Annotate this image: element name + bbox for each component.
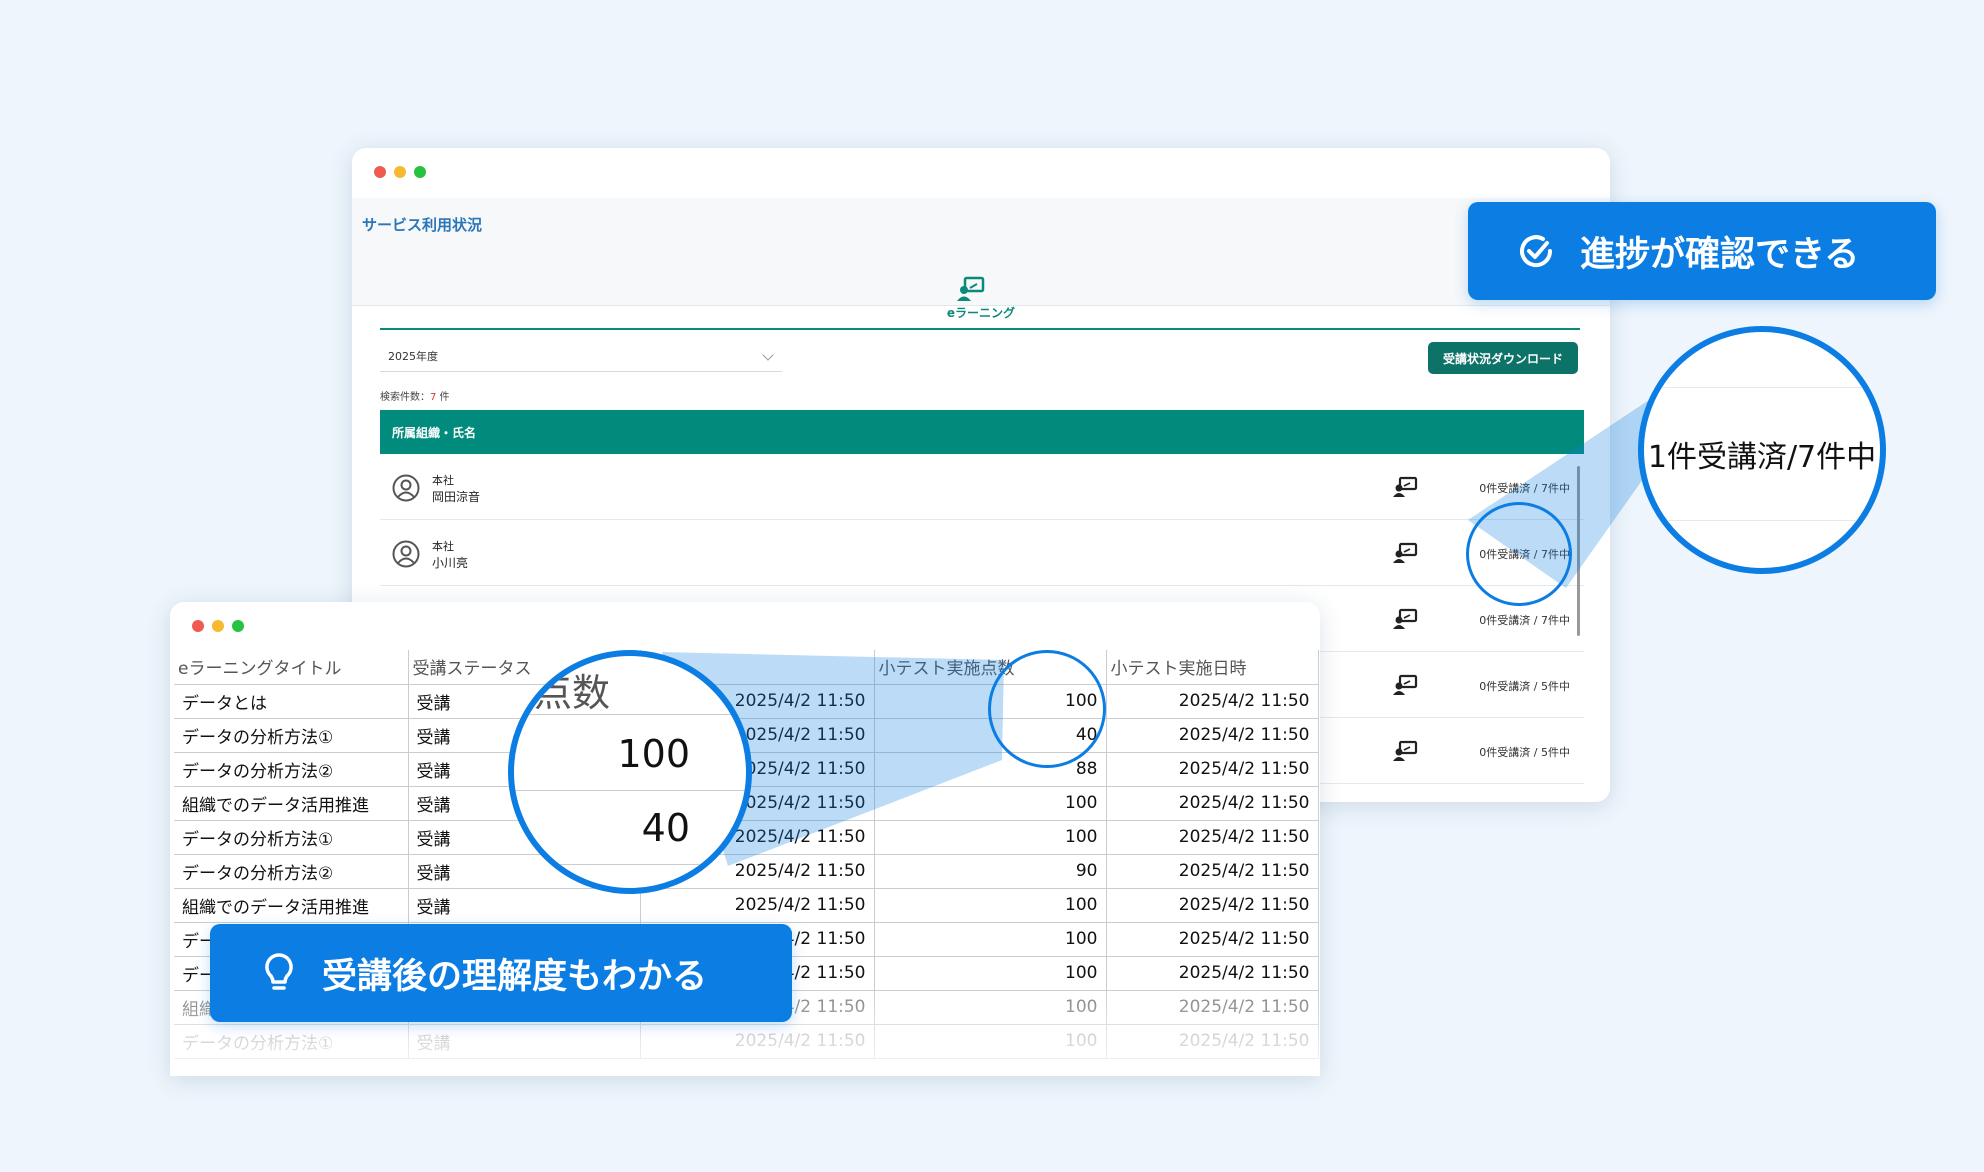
table-row: データの分析方法① 受講 2025/4/2 11:50 100 2025/4/2 11:… bbox=[174, 1024, 1319, 1059]
user-row[interactable]: 本社岡田涼音 0件受講済 / 7件中 bbox=[380, 454, 1584, 520]
table-cell[interactable]: 2025/4/2 11:50 bbox=[1106, 922, 1319, 957]
elearning-row-icon[interactable] bbox=[1392, 542, 1418, 564]
score-magnifier: 点数 100 40 bbox=[508, 650, 752, 894]
magnified-progress: 1件受講済/7件中 bbox=[1647, 440, 1877, 475]
minimize-dot[interactable] bbox=[394, 166, 406, 178]
search-count: 検索件数：7 件 bbox=[380, 388, 450, 403]
window-controls bbox=[192, 620, 244, 632]
table-row: データの分析方法① 受講 2025/4/2 11:50 100 2025/4/2 11:… bbox=[174, 820, 1319, 855]
progress-callout: 進捗が確認できる bbox=[1468, 202, 1936, 300]
user-avatar-icon bbox=[392, 540, 420, 568]
table-cell[interactable]: 2025/4/2 11:50 bbox=[1106, 752, 1319, 787]
table-cell[interactable]: データの分析方法① bbox=[174, 820, 409, 855]
understanding-callout-text: 受講後の理解度もわかる bbox=[322, 956, 708, 997]
magnified-score-header: 点数 bbox=[534, 671, 611, 715]
elearning-row-icon[interactable] bbox=[1392, 476, 1418, 498]
progress-status: 0件受講済 / 5件中 bbox=[1479, 746, 1570, 759]
table-cell[interactable]: 2025/4/2 11:50 bbox=[1106, 786, 1319, 821]
table-header-row: eラーニングタイトル受講ステータス日時小テスト実施点数小テスト実施日時 bbox=[174, 650, 1319, 685]
user-name: 小川亮 bbox=[432, 556, 469, 570]
table-row: 組織でのデータ活用推進 受講 2025/4/2 11:50 100 2025/4/2 1… bbox=[174, 888, 1319, 923]
table-cell[interactable]: 100 bbox=[874, 990, 1107, 1025]
table-cell[interactable]: 組織でのデータ活用推進 bbox=[174, 888, 409, 923]
magnified-score-2: 40 bbox=[641, 806, 690, 850]
page-title: サービス利用状況 bbox=[362, 216, 483, 234]
table-cell[interactable]: 2025/4/2 11:50 bbox=[640, 888, 875, 923]
magnified-score-1: 100 bbox=[617, 732, 690, 776]
close-dot[interactable] bbox=[374, 166, 386, 178]
user-row[interactable]: 本社 小川亮 0件受講済 / 7件中 bbox=[380, 520, 1584, 586]
table-cell[interactable]: データの分析方法② bbox=[174, 752, 409, 787]
table-cell[interactable]: データの分析方法① bbox=[174, 1024, 409, 1059]
progress-highlight-ring bbox=[1466, 502, 1572, 606]
elearning-row-icon[interactable] bbox=[1392, 674, 1418, 696]
user-avatar-icon bbox=[392, 474, 420, 502]
understanding-callout: 受講後の理解度もわかる bbox=[210, 924, 792, 1022]
table-cell[interactable]: 2025/4/2 11:50 bbox=[1106, 888, 1319, 923]
maximize-dot[interactable] bbox=[232, 620, 244, 632]
table-cell[interactable]: 2025/4/2 11:50 bbox=[1106, 990, 1319, 1025]
score-highlight-ring bbox=[988, 650, 1106, 768]
table-cell[interactable]: 2025/4/2 11:50 bbox=[640, 1024, 875, 1059]
download-button[interactable]: 受講状況ダウンロード bbox=[1428, 342, 1578, 374]
table-cell[interactable]: 100 bbox=[874, 922, 1107, 957]
table-header: 所属組織・氏名 bbox=[380, 410, 1584, 454]
table-cell[interactable]: 2025/4/2 11:50 bbox=[1106, 1024, 1319, 1059]
tab-elearning[interactable]: eラーニング bbox=[352, 304, 1610, 321]
table-cell[interactable]: 100 bbox=[874, 1024, 1107, 1059]
tab-underline bbox=[380, 328, 1580, 330]
table-cell[interactable]: データの分析方法① bbox=[174, 718, 409, 753]
user-org: 本社 bbox=[432, 540, 454, 553]
table-cell[interactable]: 90 bbox=[874, 854, 1107, 889]
lightbulb-icon bbox=[265, 953, 293, 990]
elearning-row-icon[interactable] bbox=[1392, 740, 1418, 762]
table-cell[interactable]: 2025/4/2 11:50 bbox=[1106, 854, 1319, 889]
table-cell[interactable]: 2025/4/2 11:50 bbox=[1106, 718, 1319, 753]
year-select[interactable]: 2025年度 bbox=[380, 342, 782, 372]
user-org: 本社 bbox=[432, 474, 454, 487]
progress-check-icon bbox=[1520, 235, 1553, 268]
close-dot[interactable] bbox=[192, 620, 204, 632]
elearning-row-icon[interactable] bbox=[1392, 608, 1418, 630]
table-row: データの分析方法② 受講 2025/4/2 11:50 90 2025/4/2 11:5… bbox=[174, 854, 1319, 889]
progress-status: 0件受講済 / 5件中 bbox=[1479, 680, 1570, 693]
table-cell[interactable]: 100 bbox=[874, 820, 1107, 855]
year-select-value: 2025年度 bbox=[388, 350, 438, 363]
user-name: 岡田涼音 bbox=[432, 490, 481, 504]
table-cell[interactable]: 100 bbox=[874, 956, 1107, 991]
count-unit: 件 bbox=[436, 392, 450, 403]
chevron-down-icon bbox=[762, 349, 774, 361]
progress-status: 0件受講済 / 7件中 bbox=[1479, 614, 1570, 627]
scrollbar[interactable] bbox=[1577, 466, 1580, 636]
minimize-dot[interactable] bbox=[212, 620, 224, 632]
elearning-icon bbox=[957, 276, 985, 301]
table-cell[interactable]: データとは bbox=[174, 684, 409, 719]
table-cell[interactable]: 受講 bbox=[408, 888, 641, 923]
count-label: 検索件数： bbox=[380, 392, 430, 403]
table-cell[interactable]: データの分析方法② bbox=[174, 854, 409, 889]
table-cell[interactable]: 2025/4/2 11:50 bbox=[1106, 956, 1319, 991]
table-cell[interactable]: 2025/4/2 11:50 bbox=[1106, 684, 1319, 719]
maximize-dot[interactable] bbox=[414, 166, 426, 178]
table-cell[interactable]: 2025/4/2 11:50 bbox=[1106, 820, 1319, 855]
progress-magnifier: 1件受講済/7件中 bbox=[1638, 326, 1886, 574]
table-cell[interactable]: 100 bbox=[874, 888, 1107, 923]
table-cell[interactable]: 組織でのデータ活用推進 bbox=[174, 786, 409, 821]
column-header[interactable]: 小テスト実施日時 bbox=[1106, 650, 1319, 685]
progress-status: 0件受講済 / 7件中 bbox=[1479, 482, 1570, 495]
window-controls bbox=[374, 166, 426, 178]
table-cell[interactable]: 受講 bbox=[408, 1024, 641, 1059]
column-header[interactable]: eラーニングタイトル bbox=[174, 650, 409, 685]
table-cell[interactable]: 100 bbox=[874, 786, 1107, 821]
progress-callout-text: 進捗が確認できる bbox=[1580, 234, 1860, 275]
table-row: データとは 受講 2025/4/2 11:50 100 2025/4/2 11:50 bbox=[174, 684, 1319, 719]
